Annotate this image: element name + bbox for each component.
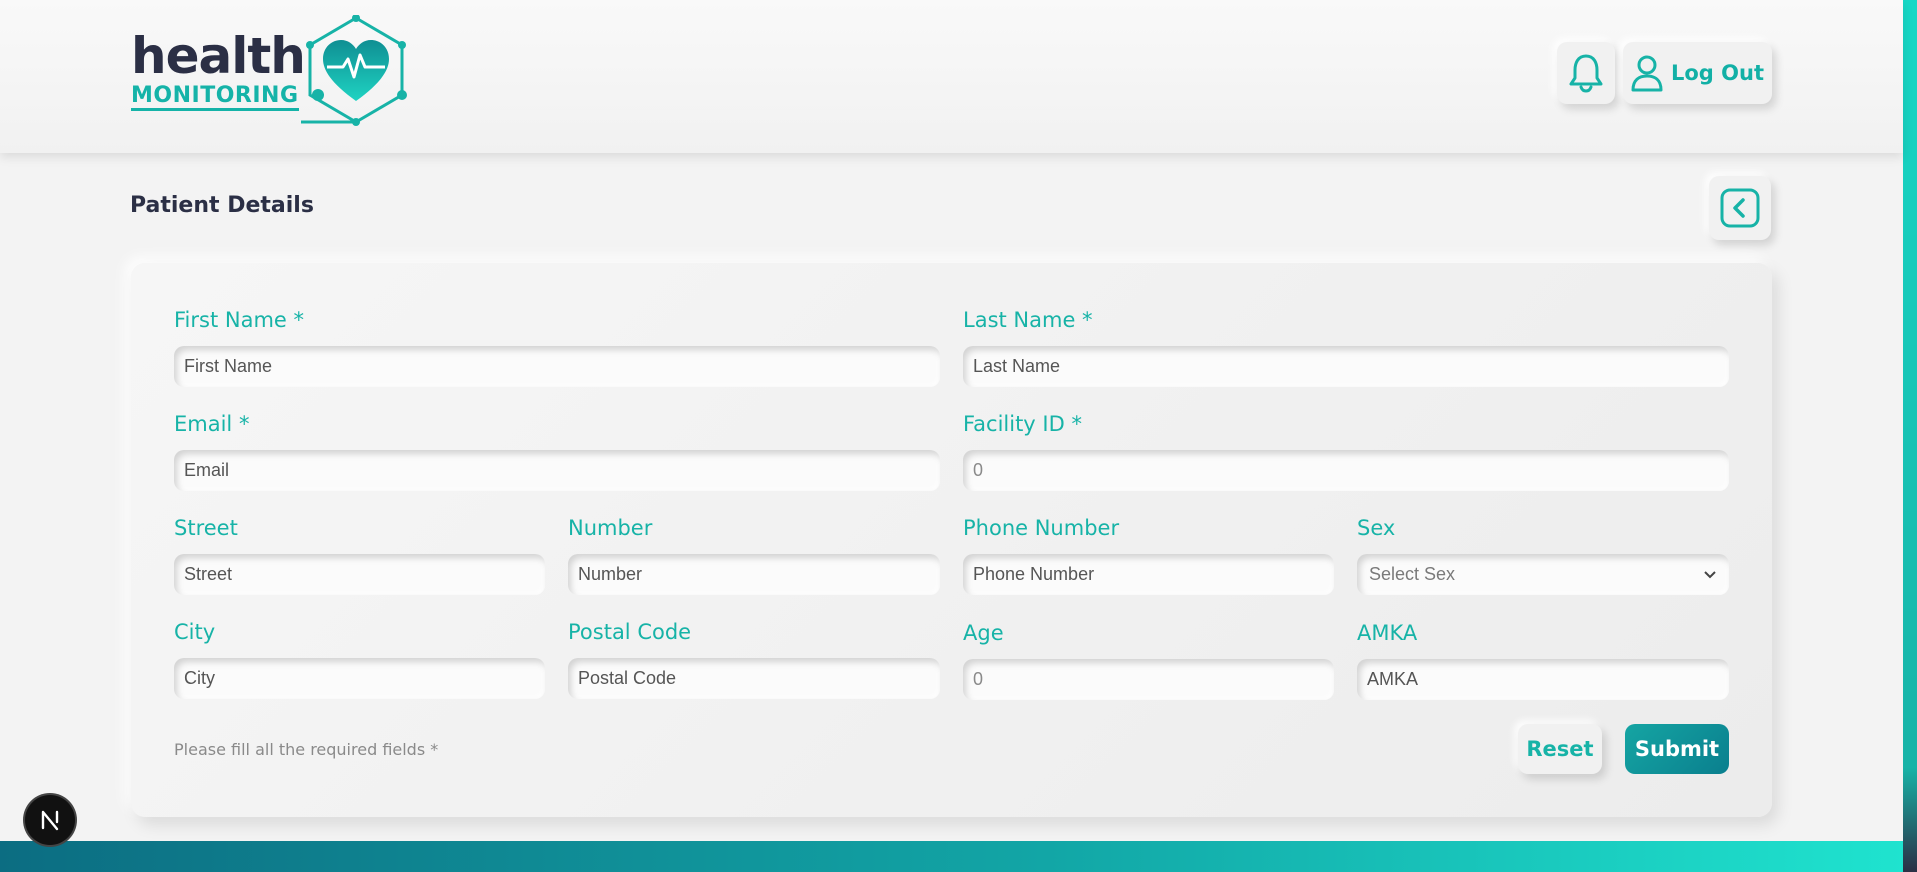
postal-code-input[interactable]	[568, 658, 940, 699]
dev-tools-badge[interactable]	[25, 795, 75, 845]
first-name-label: First Name *	[174, 308, 304, 332]
sex-label: Sex	[1357, 516, 1396, 540]
chevron-left-icon	[1720, 188, 1760, 228]
logout-label: Log Out	[1671, 61, 1764, 85]
header: health MONITORING Log Out	[0, 0, 1903, 153]
email-input[interactable]	[174, 450, 940, 491]
street-input[interactable]	[174, 554, 545, 595]
chevron-down-icon	[1704, 570, 1716, 578]
reset-label: Reset	[1526, 737, 1594, 761]
phone-number-input[interactable]	[963, 554, 1334, 595]
first-name-input[interactable]	[174, 346, 940, 387]
street-label: Street	[174, 516, 238, 540]
app-logo[interactable]: health MONITORING	[131, 15, 411, 127]
next-badge-icon	[41, 810, 59, 831]
email-label: Email *	[174, 412, 250, 436]
notifications-button[interactable]	[1557, 42, 1615, 104]
phone-number-label: Phone Number	[963, 516, 1120, 540]
sex-select[interactable]: Select Sex	[1357, 554, 1729, 595]
logo-word-health: health	[131, 27, 306, 85]
page-title: Patient Details	[130, 193, 314, 218]
city-input[interactable]	[174, 658, 545, 699]
age-input[interactable]	[963, 659, 1334, 700]
last-name-input[interactable]	[963, 346, 1729, 387]
amka-label: AMKA	[1357, 621, 1418, 645]
heart-hexagon-icon	[301, 15, 407, 126]
number-label: Number	[568, 516, 653, 540]
city-label: City	[174, 620, 216, 644]
submit-label: Submit	[1634, 737, 1720, 761]
logo-word-monitoring: MONITORING	[131, 85, 299, 111]
last-name-label: Last Name *	[963, 308, 1093, 332]
back-button[interactable]	[1709, 176, 1771, 240]
bell-icon	[1569, 54, 1603, 93]
number-input[interactable]	[568, 554, 940, 595]
required-fields-note: Please fill all the required fields *	[174, 740, 439, 759]
logout-button[interactable]: Log Out	[1623, 42, 1772, 104]
sex-select-value: Select Sex	[1369, 564, 1456, 584]
postal-code-label: Postal Code	[568, 620, 692, 644]
reset-button[interactable]: Reset	[1518, 724, 1602, 774]
facility-id-input[interactable]	[963, 450, 1729, 491]
user-icon	[1631, 55, 1663, 92]
age-label: Age	[963, 621, 1004, 645]
amka-input[interactable]	[1357, 659, 1729, 700]
facility-id-label: Facility ID *	[963, 412, 1082, 436]
footer-bar	[0, 841, 1903, 872]
submit-button[interactable]: Submit	[1625, 724, 1729, 774]
page-scrollbar[interactable]	[1903, 0, 1917, 872]
